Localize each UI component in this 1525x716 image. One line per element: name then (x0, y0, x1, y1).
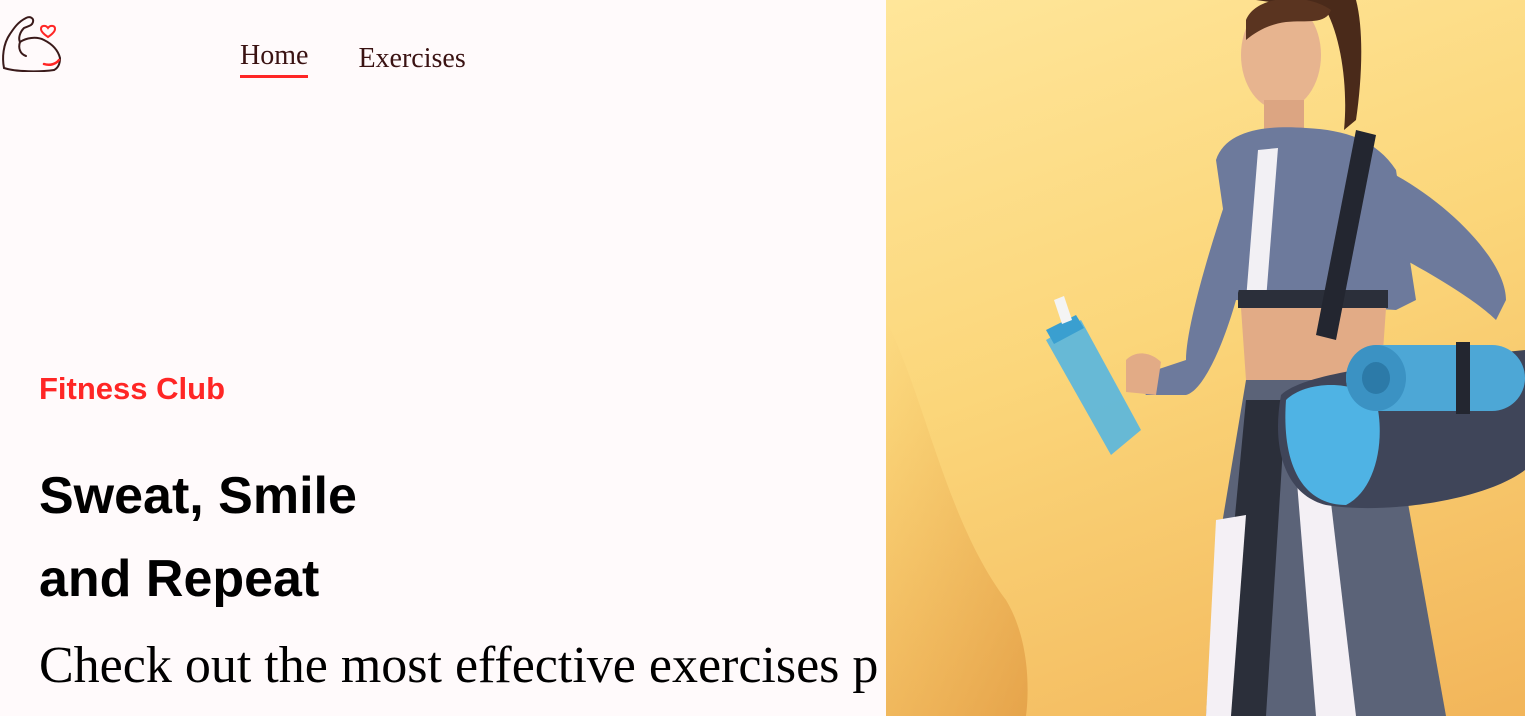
logo-arm-heart-icon[interactable] (0, 8, 64, 72)
hero-banner-image (886, 0, 1525, 716)
main-nav: Home Exercises (240, 38, 466, 78)
hero-headline: Sweat, Smile and Repeat (39, 455, 357, 621)
hero-headline-line1: Sweat, Smile (39, 467, 357, 525)
page: Home Exercises Fitness Club Sweat, Smile… (0, 0, 1525, 716)
hero-headline-line2: and Repeat (39, 550, 320, 608)
nav-exercises-link[interactable]: Exercises (358, 41, 465, 77)
hero-subtext: Check out the most effective exercises p (39, 637, 879, 694)
nav-home-link[interactable]: Home (240, 38, 309, 78)
woman-with-gym-bag-illustration (886, 0, 1525, 716)
hero-tagline: Fitness Club (39, 371, 226, 406)
